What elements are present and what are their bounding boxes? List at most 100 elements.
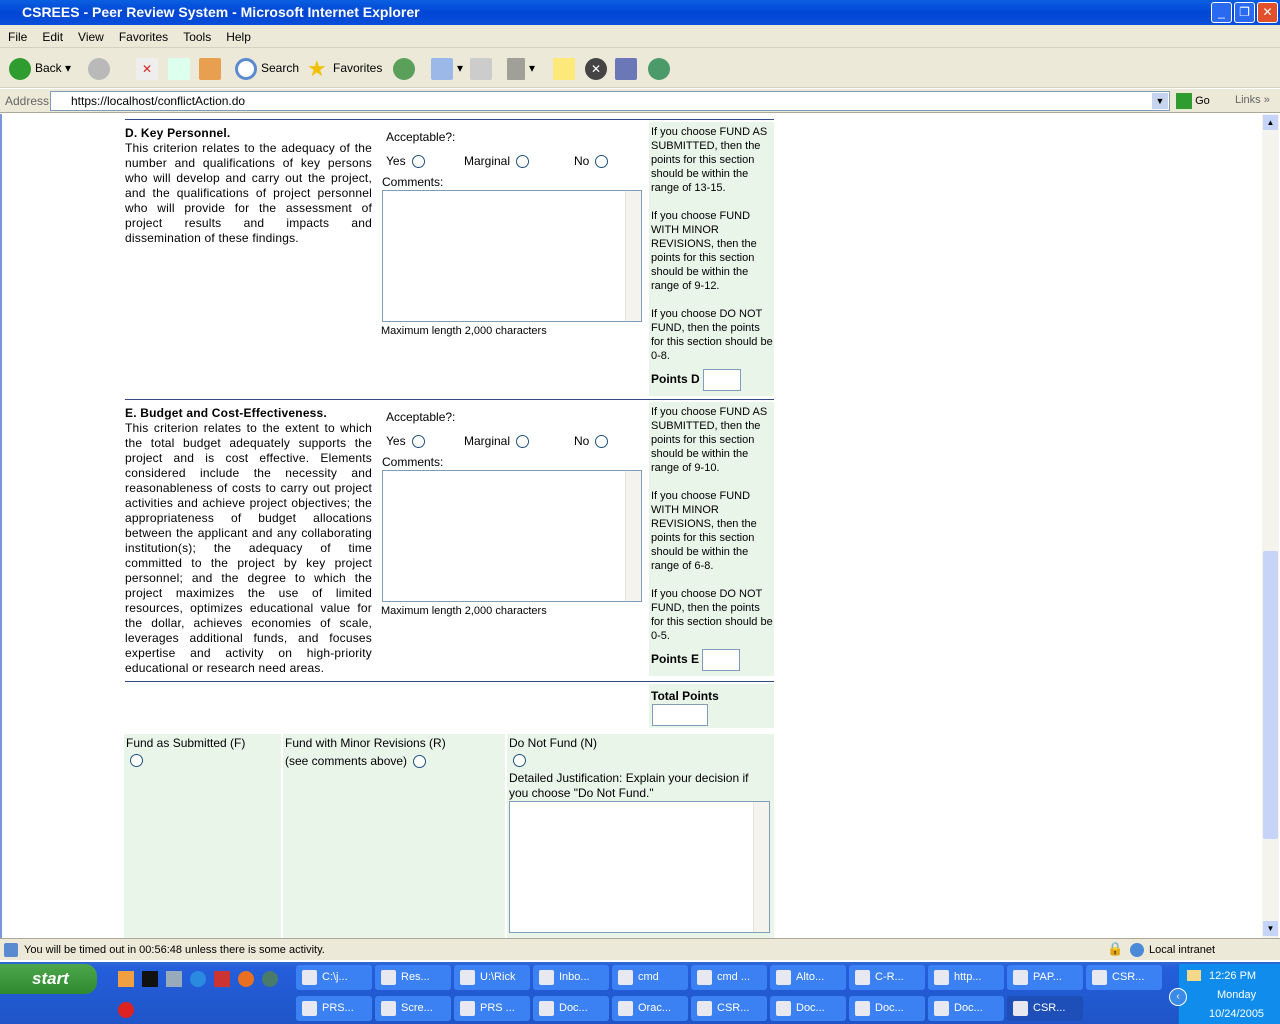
taskbar-button[interactable]: C:\j... bbox=[296, 965, 372, 990]
outlook-icon[interactable] bbox=[118, 971, 134, 987]
address-dropdown[interactable]: ▼ bbox=[1152, 93, 1168, 109]
firefox-icon[interactable] bbox=[238, 971, 254, 987]
taskbar-button[interactable]: Doc... bbox=[849, 996, 925, 1021]
menu-view[interactable]: View bbox=[70, 25, 111, 44]
close-circle-button[interactable]: ✕ bbox=[585, 56, 611, 80]
print-button[interactable] bbox=[470, 56, 496, 80]
app-icon bbox=[934, 970, 949, 985]
taskbar-button[interactable]: Orac... bbox=[612, 996, 688, 1021]
radio-do-not-fund[interactable] bbox=[513, 754, 526, 767]
taskbar-button[interactable]: Doc... bbox=[533, 996, 609, 1021]
address-input[interactable]: https://localhost/conflictAction.do bbox=[50, 91, 1170, 111]
stop-button[interactable]: ✕ bbox=[136, 56, 162, 80]
taskbar-button[interactable]: Alto... bbox=[770, 965, 846, 990]
comments-textarea-e[interactable] bbox=[382, 470, 642, 602]
mail-icon[interactable] bbox=[1187, 970, 1201, 981]
start-button[interactable]: start bbox=[0, 964, 97, 994]
taskbar: start C:\j... Res... U:\Rick Inbo... cmd cmd … bbox=[0, 962, 1280, 1024]
comments-textarea-d[interactable] bbox=[382, 190, 642, 322]
altiris-icon[interactable] bbox=[118, 1002, 134, 1018]
menu-file[interactable]: File bbox=[0, 25, 34, 44]
radio-marginal-e[interactable]: Marginal bbox=[464, 434, 530, 449]
netscape-icon[interactable] bbox=[262, 971, 278, 987]
scroll-up-button[interactable]: ▲ bbox=[1263, 115, 1278, 130]
radio-fund[interactable] bbox=[130, 754, 143, 767]
history-button[interactable] bbox=[393, 56, 419, 80]
total-points-label: Total Points bbox=[651, 689, 719, 703]
app-icon[interactable] bbox=[214, 971, 230, 987]
taskbar-button[interactable]: cmd bbox=[612, 965, 688, 990]
points-e-input[interactable] bbox=[702, 649, 741, 671]
mail-button[interactable]: ▾ bbox=[431, 56, 463, 80]
taskbar-button[interactable]: PRS... bbox=[296, 996, 372, 1021]
taskbar-button[interactable]: Res... bbox=[375, 965, 451, 990]
radio-no-e[interactable]: No bbox=[574, 434, 609, 449]
ie-icon[interactable] bbox=[190, 971, 206, 987]
note-button[interactable] bbox=[553, 56, 579, 80]
home-icon bbox=[199, 57, 221, 80]
scroll-thumb[interactable] bbox=[1263, 551, 1278, 839]
radio-no-d[interactable]: No bbox=[574, 154, 609, 169]
taskbar-button[interactable]: PRS ... bbox=[454, 996, 530, 1021]
radio-yes-d[interactable]: Yes bbox=[386, 154, 425, 169]
address-label: Address bbox=[5, 94, 50, 108]
edit-button[interactable]: ▾ bbox=[507, 56, 535, 80]
review-form: D. Key Personnel. This criterion relates … bbox=[0, 114, 1262, 938]
taskbar-button[interactable]: CSR... bbox=[691, 996, 767, 1021]
page-scrollbar[interactable]: ▲ ▼ bbox=[1262, 114, 1279, 938]
menu-edit[interactable]: Edit bbox=[34, 25, 70, 44]
status-text: You will be timed out in 00:56:48 unless… bbox=[24, 944, 325, 956]
lock-icon: 🔒 bbox=[1107, 941, 1124, 956]
menu-favorites[interactable]: Favorites bbox=[111, 25, 175, 44]
research-button[interactable] bbox=[615, 56, 641, 80]
menu-tools[interactable]: Tools bbox=[175, 25, 218, 44]
links-button[interactable]: Links » bbox=[1235, 94, 1270, 106]
restore-button[interactable]: ❐ bbox=[1234, 2, 1255, 23]
refresh-button[interactable] bbox=[168, 56, 194, 80]
address-bar: Address https://localhost/conflictAction… bbox=[0, 89, 1280, 113]
forward-button[interactable] bbox=[88, 56, 114, 80]
comments-label: Comments: bbox=[382, 175, 444, 189]
favorites-button[interactable]: ★ Favorites bbox=[307, 56, 382, 80]
justification-textarea[interactable] bbox=[509, 801, 770, 933]
taskbar-button[interactable]: CSR... bbox=[1007, 996, 1083, 1021]
refresh-icon bbox=[168, 57, 190, 80]
search-button[interactable]: Search bbox=[235, 56, 299, 80]
scrollbar[interactable] bbox=[625, 191, 641, 321]
taskbar-button[interactable]: C-R... bbox=[849, 965, 925, 990]
home-button[interactable] bbox=[199, 56, 225, 80]
radio-minor[interactable]: (see comments above) bbox=[285, 754, 427, 769]
scrollbar[interactable] bbox=[625, 471, 641, 601]
close-button[interactable]: ✕ bbox=[1257, 2, 1278, 23]
show-hidden-icons-button[interactable]: ‹ bbox=[1169, 988, 1187, 1006]
cmd-icon[interactable] bbox=[142, 971, 158, 987]
taskbar-button[interactable]: CSR... bbox=[1086, 965, 1162, 990]
back-button[interactable]: Back ▾ bbox=[9, 56, 71, 80]
taskbar-button[interactable]: PAP... bbox=[1007, 965, 1083, 990]
taskbar-button[interactable]: cmd ... bbox=[691, 965, 767, 990]
go-button[interactable]: Go bbox=[1176, 93, 1210, 110]
taskbar-button[interactable]: Inbo... bbox=[533, 965, 609, 990]
max-length-note: Maximum length 2,000 characters bbox=[381, 605, 547, 617]
minimize-button[interactable]: _ bbox=[1211, 2, 1232, 23]
points-d-input[interactable] bbox=[702, 369, 741, 391]
app-icon bbox=[381, 1001, 396, 1016]
taskbar-button[interactable]: U:\Rick bbox=[454, 965, 530, 990]
scrollbar[interactable] bbox=[753, 802, 769, 932]
scroll-down-button[interactable]: ▼ bbox=[1263, 921, 1278, 936]
app-icon bbox=[302, 1001, 317, 1016]
system-tray: ‹ 12:26 PM Monday 10/24/2005 bbox=[1169, 964, 1280, 1024]
clock-time[interactable]: 12:26 PM bbox=[1209, 970, 1256, 982]
messenger-button[interactable] bbox=[648, 56, 674, 80]
taskbar-button[interactable]: http... bbox=[928, 965, 1004, 990]
app-icon bbox=[302, 970, 317, 985]
taskbar-button[interactable]: Doc... bbox=[928, 996, 1004, 1021]
menu-help[interactable]: Help bbox=[218, 25, 258, 44]
radio-marginal-d[interactable]: Marginal bbox=[464, 154, 530, 169]
total-points-input[interactable] bbox=[652, 704, 708, 726]
window-title: CSREES - Peer Review System - Microsoft … bbox=[22, 4, 420, 20]
taskbar-button[interactable]: Doc... bbox=[770, 996, 846, 1021]
radio-yes-e[interactable]: Yes bbox=[386, 434, 425, 449]
taskbar-button[interactable]: Scre... bbox=[375, 996, 451, 1021]
app-icon[interactable] bbox=[166, 971, 182, 987]
